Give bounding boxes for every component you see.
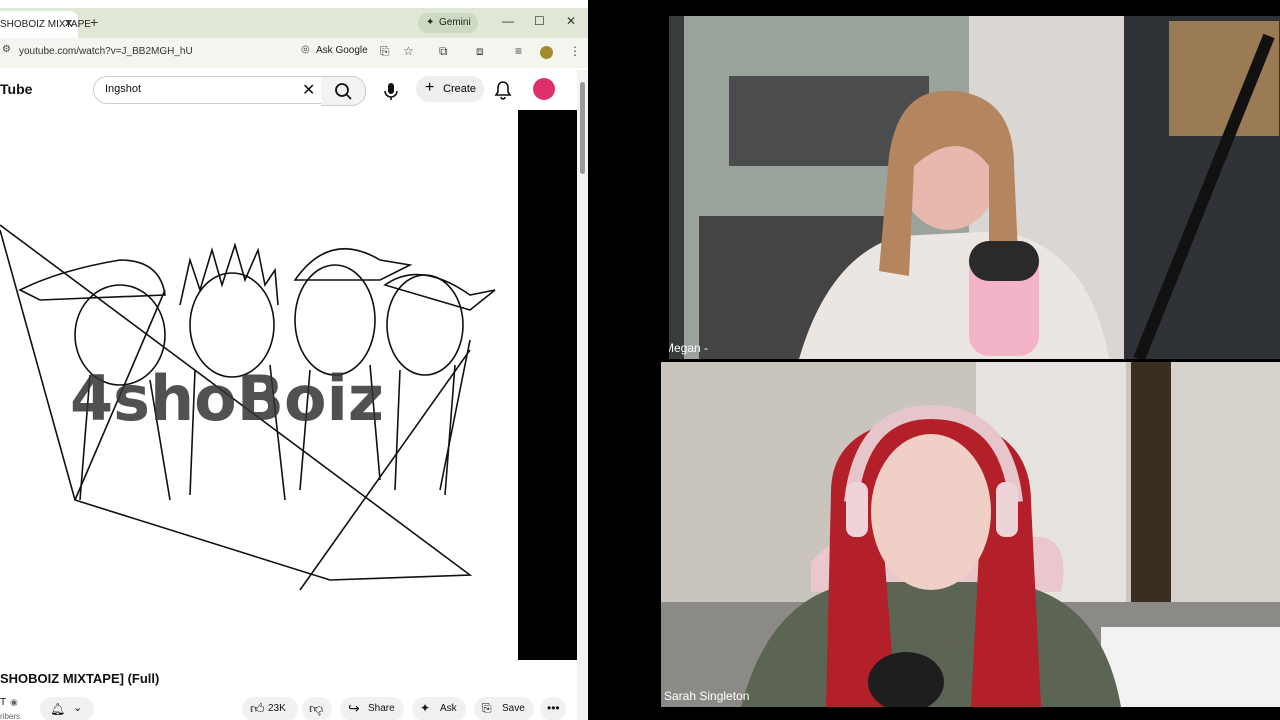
youtube-header: Tube Ingshot ✕ + Create xyxy=(0,68,588,112)
verified-icon: ◉ xyxy=(10,697,18,707)
like-count: 23K xyxy=(268,703,286,714)
close-window-icon[interactable]: ✕ xyxy=(566,14,576,28)
share-arrow-icon: ↪ xyxy=(348,700,360,716)
sparkle-icon: ✦ xyxy=(420,701,431,715)
sparkle-icon: ✦ xyxy=(426,17,435,28)
url-text[interactable]: youtube.com/watch?v=J_BB2MGH_hU xyxy=(19,46,193,57)
minimize-icon[interactable]: — xyxy=(502,14,514,28)
more-actions-button[interactable]: ••• xyxy=(540,697,566,720)
search-query: Ingshot xyxy=(105,83,142,95)
video-thumbnail-drawing: 4shoBoiz xyxy=(0,224,496,591)
thumbs-down-icon: 👎︎ xyxy=(309,700,324,716)
subscriber-count: ribers xyxy=(0,712,21,720)
dislike-button[interactable]: 👎︎ xyxy=(302,697,332,720)
save-label: Save xyxy=(502,703,525,714)
subscribed-button[interactable]: 🔔︎ ⌄ xyxy=(40,697,94,720)
queue-icon[interactable]: ≡ xyxy=(515,44,522,58)
google-lens-icon: ◎ xyxy=(301,44,310,55)
notifications-bell-icon[interactable] xyxy=(494,80,512,100)
thumbs-up-icon: 👍︎ xyxy=(250,700,265,716)
microphone-icon[interactable] xyxy=(380,80,402,102)
menu-dots-icon[interactable]: ⋮ xyxy=(569,44,581,58)
bookmark-icon: ⎘ xyxy=(482,701,492,715)
webcam-feed-sarah xyxy=(661,362,1280,707)
tab-title: SHOBOIZ MIXTAPE xyxy=(0,19,91,30)
gemini-label: Gemini xyxy=(439,17,471,28)
gemini-button[interactable]: ✦ Gemini xyxy=(418,13,478,33)
like-button[interactable]: 👍︎ 23K xyxy=(242,697,298,720)
ask-label: Ask xyxy=(440,703,457,714)
clear-search-icon[interactable]: ✕ xyxy=(302,80,315,100)
channel-name[interactable]: T xyxy=(0,697,6,708)
browser-window: SHOBOIZ MIXTAPE ✕ + ✦ Gemini — ☐ ✕ ⚙ you… xyxy=(0,0,588,720)
plus-icon: + xyxy=(425,79,435,96)
create-button[interactable]: + Create xyxy=(416,76,484,102)
video-title: SHOBOIZ MIXTAPE] (Full) xyxy=(0,671,160,686)
youtube-logo[interactable]: Tube xyxy=(0,81,32,97)
save-button[interactable]: ⎘ Save xyxy=(474,697,534,720)
scrollbar-thumb[interactable] xyxy=(580,82,585,174)
close-tab-icon[interactable]: ✕ xyxy=(64,17,73,30)
account-avatar[interactable] xyxy=(533,78,555,100)
profile-icon[interactable] xyxy=(540,46,553,59)
install-icon[interactable]: ⎘ xyxy=(380,44,390,59)
participant-video-megan: Megan - xyxy=(669,16,1280,359)
player-letterbox xyxy=(518,110,577,660)
participant-video-sarah: Sarah Singleton xyxy=(661,362,1280,707)
participant-name-megan: Megan - xyxy=(669,341,709,355)
webcam-feed-megan xyxy=(669,16,1280,359)
search-button[interactable] xyxy=(321,76,366,106)
chevron-down-icon: ⌄ xyxy=(73,702,83,714)
bookmark-star-icon[interactable]: ☆ xyxy=(403,44,414,58)
thumbnail-logo-text: 4shoBoiz xyxy=(70,362,384,435)
create-label: Create xyxy=(443,83,477,95)
participant-name-sarah: Sarah Singleton xyxy=(664,689,750,703)
search-icon xyxy=(335,83,352,100)
extensions-icon[interactable]: ⧉ xyxy=(439,44,448,59)
maximize-icon[interactable]: ☐ xyxy=(534,14,545,28)
share-label: Share xyxy=(368,703,395,714)
media-icon[interactable]: ⧈ xyxy=(476,44,484,59)
search-input[interactable]: Ingshot ✕ xyxy=(93,76,323,104)
address-bar: ⚙ youtube.com/watch?v=J_BB2MGH_hU ◎ Ask … xyxy=(0,38,588,68)
page-scrollbar[interactable] xyxy=(577,70,588,720)
ask-google-button[interactable]: Ask Google xyxy=(316,45,368,56)
share-button[interactable]: ↪ Share xyxy=(340,697,404,720)
video-player[interactable]: 4shoBoiz xyxy=(0,110,577,660)
site-info-icon[interactable]: ⚙ xyxy=(2,44,11,55)
bell-icon: 🔔︎ xyxy=(50,702,66,716)
new-tab-icon[interactable]: + xyxy=(90,14,98,30)
more-dots-icon: ••• xyxy=(547,701,560,715)
tab-bar: SHOBOIZ MIXTAPE ✕ + ✦ Gemini — ☐ ✕ xyxy=(0,8,588,38)
ask-button[interactable]: ✦ Ask xyxy=(412,697,466,720)
tab-active[interactable]: SHOBOIZ MIXTAPE ✕ xyxy=(0,11,91,38)
